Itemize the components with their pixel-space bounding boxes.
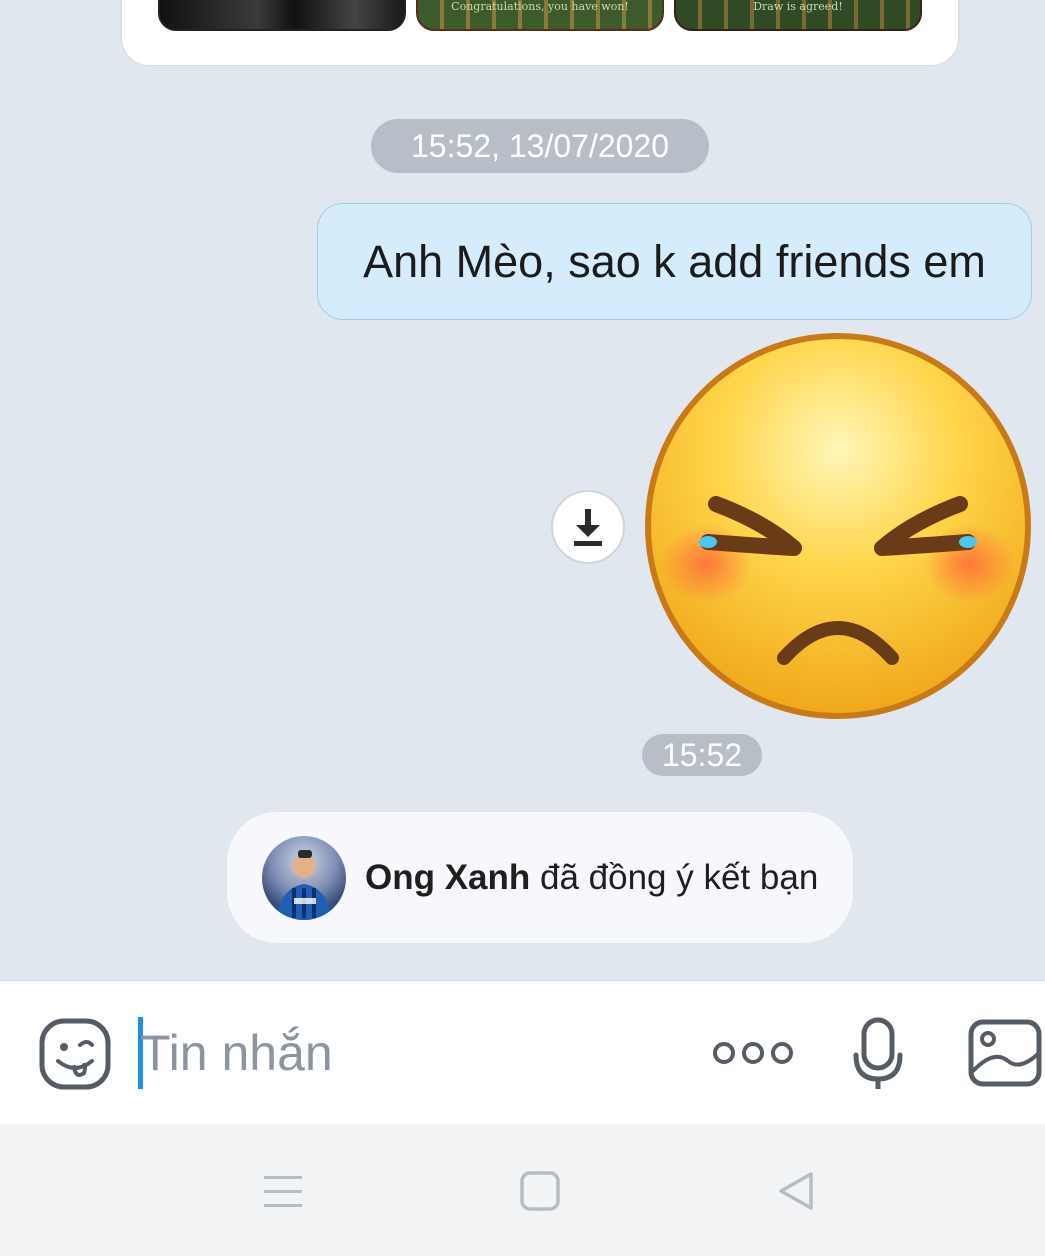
avatar[interactable] xyxy=(262,836,346,920)
timestamp-divider: 15:52, 13/07/2020 xyxy=(371,119,709,173)
sticker-icon[interactable] xyxy=(38,1017,112,1091)
timestamp-divider: 15:52 xyxy=(642,734,762,776)
friend-notice-text: Ong Xanh đã đồng ý kết bạn xyxy=(365,812,818,943)
friend-notice-message: đã đồng ý kết bạn xyxy=(530,858,819,897)
system-navigation-bar xyxy=(0,1124,1045,1256)
download-icon xyxy=(574,509,602,546)
download-button[interactable] xyxy=(551,490,625,564)
friend-name: Ong Xanh xyxy=(365,858,531,897)
message-composer xyxy=(0,980,1045,1124)
menu-icon[interactable] xyxy=(262,1170,304,1212)
message-input[interactable] xyxy=(140,1011,680,1095)
game-thumbnail[interactable] xyxy=(158,0,406,31)
person-avatar-icon xyxy=(276,850,332,920)
back-icon[interactable] xyxy=(775,1170,817,1212)
game-thumbnail[interactable]: Congratulations, you have won! xyxy=(416,0,664,31)
game-thumbnail[interactable]: Draw is agreed! xyxy=(674,0,922,31)
friend-accepted-notice[interactable]: Ong Xanh đã đồng ý kết bạn xyxy=(227,812,853,943)
home-icon[interactable] xyxy=(519,1170,561,1212)
image-icon[interactable] xyxy=(968,1019,1042,1087)
more-icon[interactable] xyxy=(712,1039,794,1067)
previous-message-card[interactable]: Congratulations, you have won! Draw is a… xyxy=(121,0,959,66)
mic-icon[interactable] xyxy=(852,1017,904,1091)
angry-face-sticker[interactable] xyxy=(644,332,1032,720)
outgoing-message-bubble[interactable]: Anh Mèo, sao k add friends em xyxy=(317,203,1032,320)
